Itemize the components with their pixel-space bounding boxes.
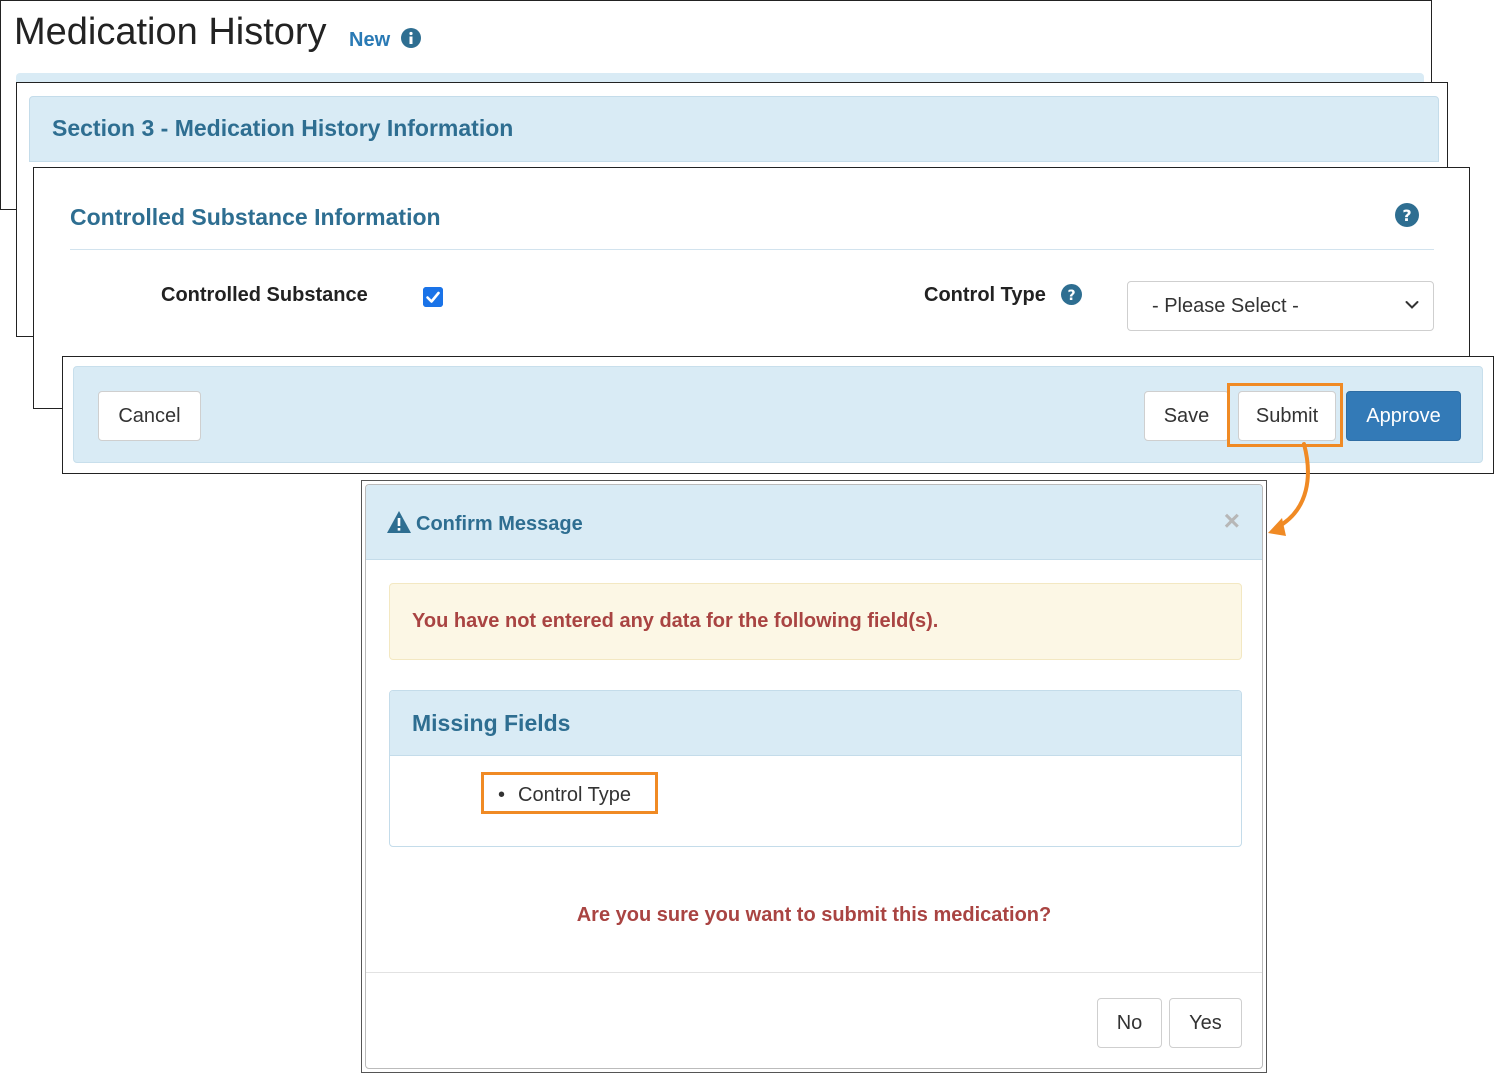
approve-button[interactable]: Approve xyxy=(1346,391,1461,441)
controlled-substance-checkbox[interactable] xyxy=(423,287,443,307)
missing-fields-title: Missing Fields xyxy=(412,710,571,736)
control-type-select[interactable]: - Please Select - xyxy=(1127,281,1434,331)
svg-text:?: ? xyxy=(1402,206,1411,225)
warning-alert: You have not entered any data for the fo… xyxy=(389,583,1242,660)
info-circle-icon[interactable] xyxy=(401,28,421,48)
controlled-substance-title: Controlled Substance Information xyxy=(70,204,441,230)
save-button[interactable]: Save xyxy=(1144,391,1229,441)
missing-field-highlight-box xyxy=(481,772,658,814)
confirm-question: Are you sure you want to submit this med… xyxy=(576,904,1052,926)
section-header: Section 3 - Medication History Informati… xyxy=(29,96,1439,162)
section-title: Section 3 - Medication History Informati… xyxy=(52,115,514,141)
missing-fields-panel: Missing Fields • Control Type xyxy=(389,690,1242,847)
modal-header: Confirm Message × xyxy=(366,485,1262,560)
question-circle-icon[interactable]: ? xyxy=(1061,284,1082,305)
status-badge: New xyxy=(349,29,391,51)
control-type-select-value: - Please Select - xyxy=(1152,295,1299,317)
control-type-label: Control Type xyxy=(924,284,1046,306)
no-button[interactable]: No xyxy=(1097,998,1162,1048)
page-title: Medication History xyxy=(14,11,327,53)
warning-triangle-icon xyxy=(387,511,411,533)
missing-fields-header: Missing Fields xyxy=(390,691,1241,756)
callout-arrow xyxy=(1268,442,1310,536)
divider xyxy=(366,972,1262,973)
divider xyxy=(70,249,1434,250)
submit-highlight-box xyxy=(1227,383,1343,447)
modal-title: Confirm Message xyxy=(416,513,583,535)
chevron-down-icon xyxy=(1405,301,1419,309)
yes-button[interactable]: Yes xyxy=(1169,998,1242,1048)
svg-text:?: ? xyxy=(1067,288,1075,304)
controlled-substance-label: Controlled Substance xyxy=(161,284,368,306)
question-circle-icon[interactable]: ? xyxy=(1395,203,1419,227)
alert-text: You have not entered any data for the fo… xyxy=(412,610,939,632)
cancel-button[interactable]: Cancel xyxy=(98,391,201,441)
close-icon[interactable]: × xyxy=(1224,505,1240,537)
